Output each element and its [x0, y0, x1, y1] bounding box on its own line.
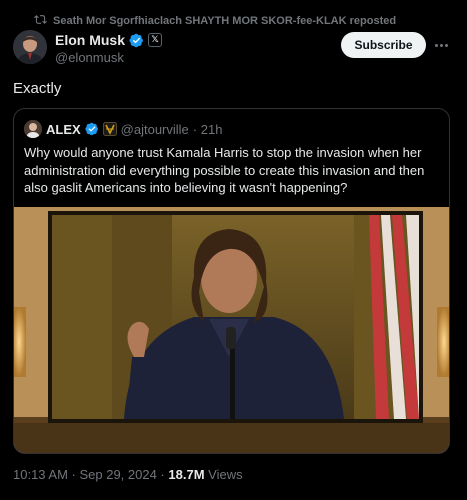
views-count: 18.7M	[168, 467, 205, 482]
post-timestamp[interactable]: 10:13 AM · Sep 29, 2024 ·	[13, 467, 168, 482]
subscribe-button[interactable]: Subscribe	[341, 32, 426, 58]
quoted-author-handle: @ajtourville	[120, 121, 189, 137]
views-label: Views	[204, 467, 243, 482]
quoted-post-video[interactable]	[14, 207, 449, 453]
author-name[interactable]: Elon Musk	[55, 32, 125, 48]
affiliate-badge-icon	[102, 122, 117, 136]
x-logo-icon[interactable]: 𝕏	[148, 33, 163, 47]
quoted-author-avatar	[24, 120, 42, 138]
repost-indicator[interactable]: Seath Mor Sgorfhiaclach SHAYTH MOR SKOR-…	[34, 13, 396, 29]
verified-badge-icon	[85, 122, 99, 136]
author-handle[interactable]: @elonmusk	[55, 50, 162, 65]
quoted-author-name: ALEX	[46, 121, 81, 137]
repost-icon	[34, 13, 47, 29]
quoted-post-time: · 21h	[192, 121, 223, 137]
more-options-icon[interactable]	[435, 38, 451, 52]
verified-badge-icon	[129, 33, 144, 48]
quoted-post[interactable]: ALEX @ajtourville · 21h Why would anyone…	[13, 108, 450, 454]
repost-text: Seath Mor Sgorfhiaclach SHAYTH MOR SKOR-…	[53, 15, 397, 27]
author-avatar[interactable]	[13, 30, 47, 64]
quoted-post-text: Why would anyone trust Kamala Harris to …	[24, 145, 425, 195]
post-text: Exactly	[13, 80, 62, 97]
post-meta: 10:13 AM · Sep 29, 2024 · 18.7M Views	[13, 467, 243, 482]
